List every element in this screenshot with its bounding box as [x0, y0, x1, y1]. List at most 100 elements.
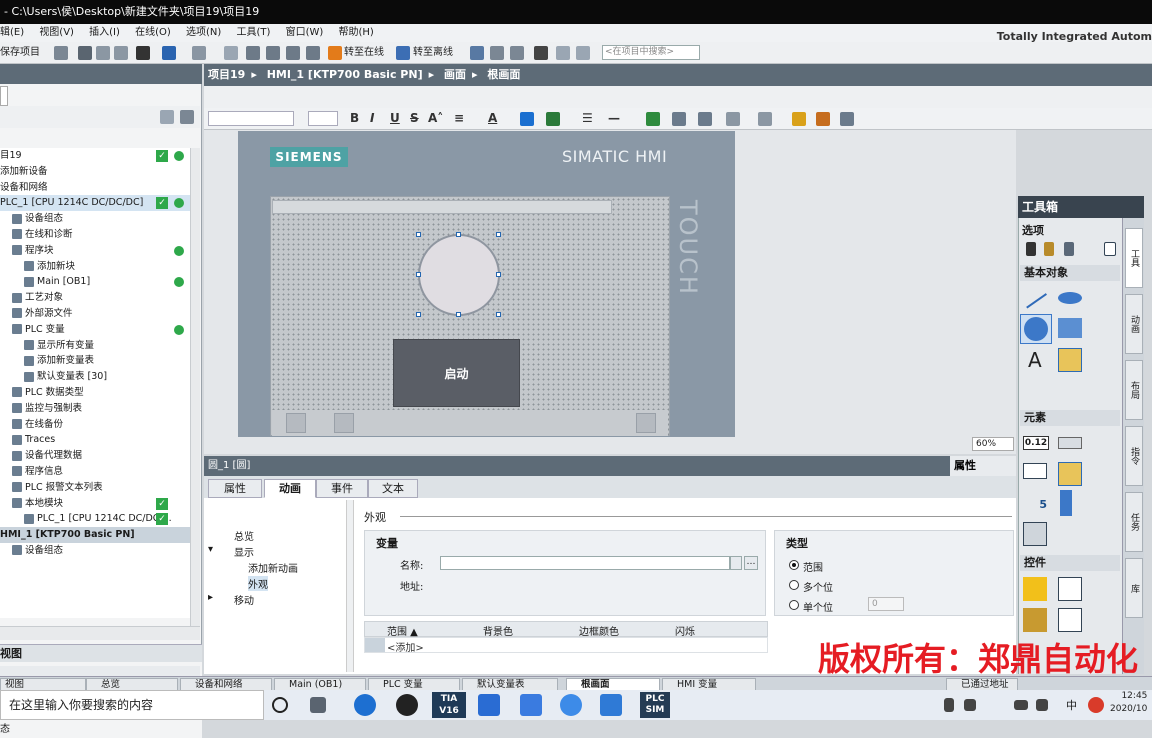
tree-item[interactable]: 添加新设备 [0, 164, 190, 180]
go-offline-button[interactable]: 转至离线 [413, 45, 453, 61]
rotate-icon[interactable] [672, 112, 686, 126]
align-button[interactable]: ≡ [454, 111, 464, 125]
col-flashing[interactable]: 闪烁 [675, 623, 695, 638]
zoom-level[interactable]: 60% [972, 437, 1014, 451]
underline-button[interactable]: U [390, 111, 400, 125]
radio-single-bit[interactable] [789, 600, 799, 610]
nav-movement-expander[interactable]: ▸ [208, 592, 213, 603]
go-online-icon[interactable] [328, 46, 342, 60]
resize-handle[interactable] [456, 232, 461, 237]
tree-item[interactable]: 程序信息 [0, 464, 190, 480]
circle-object[interactable] [418, 234, 500, 316]
accessible-devices-icon[interactable] [470, 46, 484, 60]
upload-icon[interactable] [266, 46, 280, 60]
breadcrumb-hmi[interactable]: HMI_1 [KTP700 Basic PN] [267, 68, 423, 81]
layer-icon[interactable] [792, 112, 806, 126]
tab-animation[interactable]: 动画 [264, 479, 316, 498]
tree-item[interactable]: PLC 报警文本列表 [0, 480, 190, 496]
edge-icon[interactable] [354, 694, 376, 716]
size-icon[interactable] [758, 112, 772, 126]
nav-overview[interactable]: 总览 [234, 528, 254, 543]
bar-tool-icon[interactable] [1060, 490, 1072, 516]
print-icon[interactable] [54, 46, 68, 60]
symbolic-io-icon[interactable] [1023, 463, 1047, 479]
tree-item[interactable]: 显示所有变量 [0, 338, 190, 354]
nav-display[interactable]: 显示 [234, 544, 254, 559]
resize-handle[interactable] [496, 312, 501, 317]
tree-item[interactable]: 外部源文件 [0, 306, 190, 322]
tag-browse-button[interactable]: … [744, 556, 758, 570]
tab-texts[interactable]: 文本 [368, 479, 418, 498]
nav-display-expander[interactable]: ▾ [208, 544, 213, 555]
tree-item[interactable]: PLC_1 [CPU 1214C DC/DC/... ✓ [0, 511, 190, 527]
radio-range[interactable] [789, 560, 799, 570]
split-vertical-icon[interactable] [576, 46, 590, 60]
distribute-icon[interactable] [726, 112, 740, 126]
tag-list-button[interactable] [730, 556, 742, 570]
breadcrumb-project[interactable]: 项目19 [208, 68, 245, 81]
add-range-cell[interactable]: <添加> [387, 639, 424, 654]
nav-appearance[interactable]: 外观 [248, 576, 268, 591]
user-view-icon[interactable] [1023, 608, 1047, 632]
word-icon[interactable] [478, 694, 500, 716]
download-icon[interactable] [246, 46, 260, 60]
graphic-view-icon[interactable] [1058, 348, 1082, 372]
go-online-button[interactable]: 转至在线 [344, 45, 384, 61]
tree-item[interactable]: PLC 数据类型 [0, 385, 190, 401]
vtab-layout[interactable]: 布局 [1125, 360, 1143, 420]
screen-header-bar[interactable] [272, 200, 612, 214]
font-select[interactable] [208, 111, 294, 126]
task-view-icon[interactable] [272, 697, 288, 713]
project-tree-tab[interactable] [0, 86, 8, 106]
close-editor-icon[interactable] [534, 46, 548, 60]
bold-button[interactable]: B [350, 111, 359, 125]
cut-icon[interactable] [78, 46, 92, 60]
font-size-up-button[interactable]: A˄ [428, 111, 443, 125]
antivirus-icon[interactable] [1088, 697, 1104, 713]
windows-search-box[interactable]: 在这里输入你要搜索的内容 [0, 690, 264, 720]
nav-divider[interactable] [346, 500, 354, 672]
video-icon[interactable] [600, 694, 622, 716]
breadcrumb-screens[interactable]: 画面 [444, 68, 466, 81]
col-background-color[interactable]: 背景色 [483, 623, 513, 638]
menu-window[interactable]: 窗口(W) [286, 24, 324, 42]
strikethrough-button[interactable]: S [410, 111, 419, 125]
section-controls[interactable]: 控件 [1020, 555, 1120, 571]
resize-handle[interactable] [416, 312, 421, 317]
tab-properties[interactable]: 属性 [208, 479, 262, 498]
button-tool-icon[interactable] [1058, 437, 1082, 449]
menu-view[interactable]: 视图(V) [39, 24, 74, 42]
qq-icon[interactable] [396, 694, 418, 716]
menu-tools[interactable]: 工具(T) [236, 24, 270, 42]
settings-key-icon[interactable] [636, 413, 656, 433]
paste-icon[interactable] [114, 46, 128, 60]
menu-edit[interactable]: 辑(E) [0, 24, 24, 42]
resize-handle[interactable] [416, 272, 421, 277]
cross-reference-icon[interactable] [490, 46, 504, 60]
project-search-input[interactable]: <在项目中搜索> [602, 45, 700, 60]
resize-handle[interactable] [416, 232, 421, 237]
tree-item[interactable]: Main [OB1] [0, 274, 190, 290]
tree-options-icon[interactable] [180, 110, 194, 124]
section-elements[interactable]: 元素 [1020, 410, 1120, 426]
vtab-animation[interactable]: 动画 [1125, 294, 1143, 354]
save-project-button[interactable]: 保存项目 [0, 45, 40, 61]
tree-horizontal-scrollbar[interactable] [0, 626, 200, 640]
vtab-toolbox[interactable]: 工具 [1125, 228, 1143, 288]
copy-icon[interactable] [96, 46, 110, 60]
delete-icon[interactable] [136, 46, 150, 60]
html-browser-icon[interactable] [1058, 608, 1082, 632]
resize-handle[interactable] [496, 272, 501, 277]
network-icon[interactable] [1014, 700, 1028, 710]
ellipse-tool-icon[interactable] [1058, 292, 1082, 304]
resize-handle[interactable] [456, 312, 461, 317]
system-clock[interactable]: 12:45 2020/10 [1110, 690, 1147, 716]
arrange-icon[interactable] [646, 112, 660, 126]
redo-icon[interactable] [192, 46, 206, 60]
ime-indicator[interactable]: 中 [1066, 697, 1077, 713]
simulate-icon[interactable] [286, 46, 300, 60]
single-bit-stepper[interactable]: 0 [868, 597, 904, 611]
section-basic-objects[interactable]: 基本对象 [1020, 265, 1120, 281]
monitor-icon[interactable] [510, 46, 524, 60]
resize-handle[interactable] [496, 232, 501, 237]
